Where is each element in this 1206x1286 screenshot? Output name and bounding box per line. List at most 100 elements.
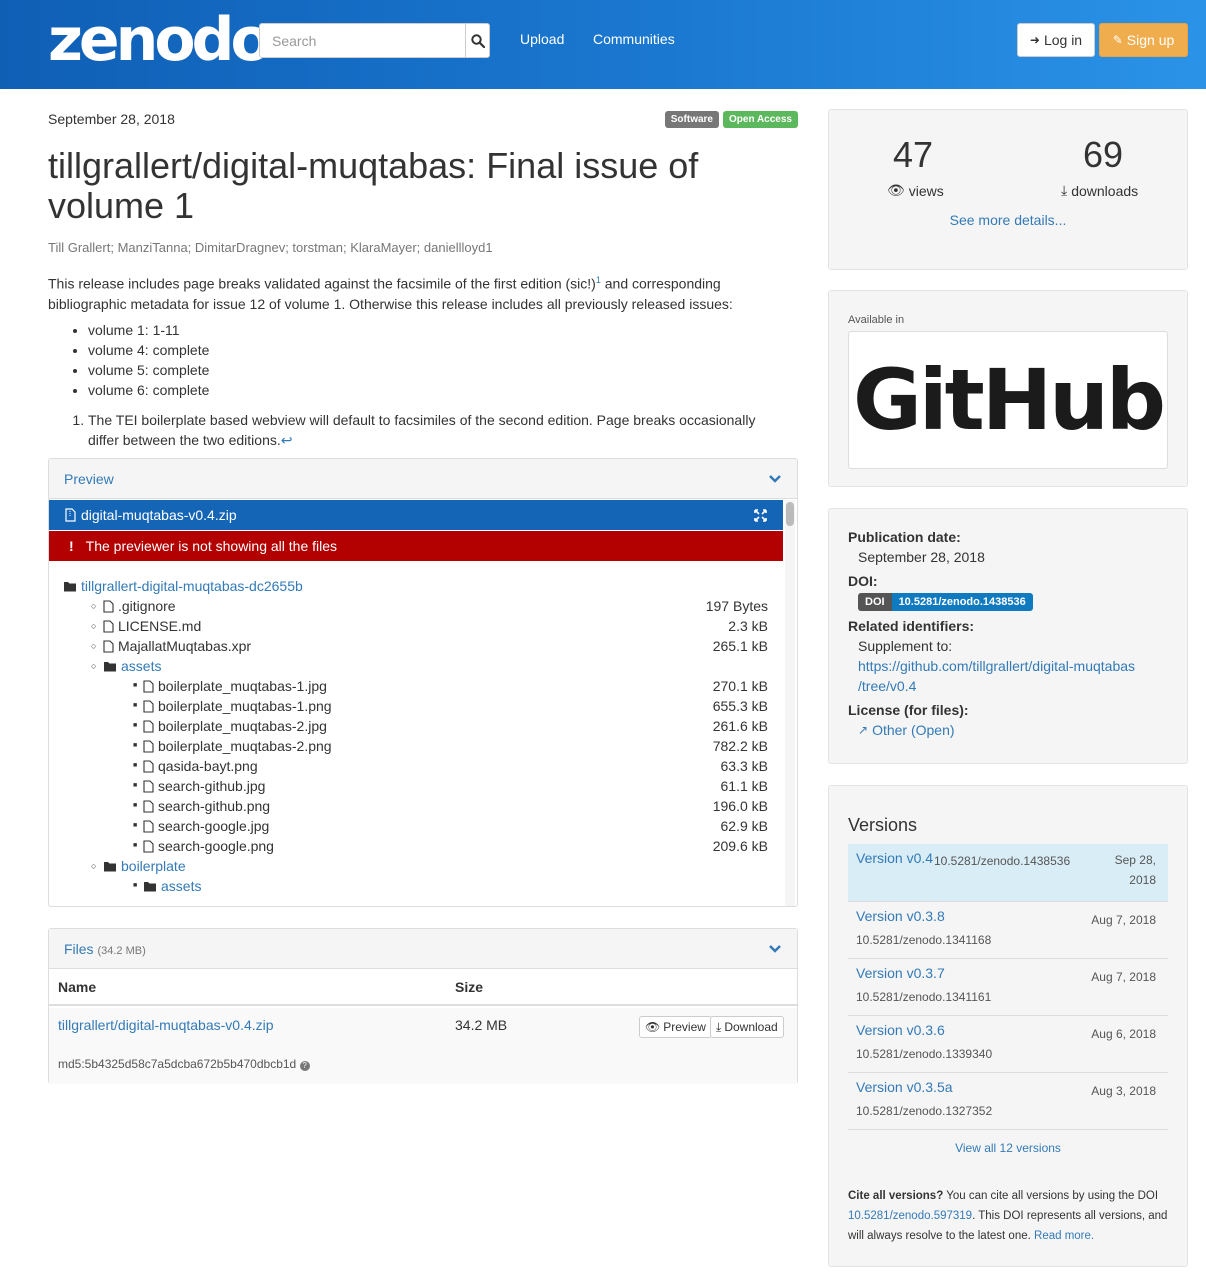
eye-icon: 👁 xyxy=(645,1020,661,1034)
license-link[interactable]: ↗ Other (Open) xyxy=(858,722,955,738)
version-row[interactable]: Version v0.3.6 10.5281/zenodo.1339340 Au… xyxy=(848,1016,1168,1073)
tree-row: ○ MajallatMuqtabas.xpr 265.1 kB xyxy=(49,636,783,656)
description: This release includes page breaks valida… xyxy=(48,270,798,314)
preview-scrollbar[interactable] xyxy=(785,500,795,906)
version-link[interactable]: Version v0.3.8 xyxy=(856,908,945,924)
preview-file-name: digital-muqtabas-v0.4.zip xyxy=(81,507,237,523)
tree-item-name: boilerplate_muqtabas-2.png xyxy=(158,738,332,754)
list-item: volume 1: 1-11 xyxy=(88,320,209,340)
pub-date-label: Publication date: xyxy=(848,529,961,545)
see-more-details-link[interactable]: See more details... xyxy=(829,212,1187,228)
tree-bullet: ■ xyxy=(133,742,138,749)
read-more-link[interactable]: Read more. xyxy=(1034,1230,1094,1242)
search-input[interactable] xyxy=(260,24,465,57)
preview-panel-header[interactable]: Preview xyxy=(49,459,797,499)
login-label: Log in xyxy=(1043,32,1083,48)
version-doi: 10.5281/zenodo.1438536 xyxy=(934,854,1071,868)
tree-row: tillgrallert-digital-muqtabas-dc2655b xyxy=(49,576,783,596)
tree-item-name: boilerplate_muqtabas-2.jpg xyxy=(158,718,327,734)
tree-item-size: 197 Bytes xyxy=(705,598,768,614)
tree-row: ■ assets xyxy=(49,876,783,896)
tree-row: ■ search-github.png 196.0 kB xyxy=(49,796,783,816)
tree-item-name[interactable]: boilerplate xyxy=(121,856,186,876)
download-icon: ⤓ xyxy=(1061,182,1068,198)
fullscreen-icon[interactable] xyxy=(754,508,767,522)
files-panel: Files (34.2 MB) Name Size tillgrallert/d… xyxy=(48,928,798,1084)
md5-text: md5:5b4325d58c7a5dcba672b5b470dbcb1d xyxy=(58,1057,297,1071)
footnote-item: The TEI boilerplate based webview will d… xyxy=(88,410,788,450)
doi-label: DOI: xyxy=(848,573,878,589)
scrollbar-thumb[interactable] xyxy=(786,502,794,526)
tree-file: LICENSE.md xyxy=(103,616,201,636)
tree-folder[interactable]: tillgrallert-digital-muqtabas-dc2655b xyxy=(63,576,303,596)
file-size: 34.2 MB xyxy=(455,1017,508,1033)
version-link[interactable]: Version v0.3.7 xyxy=(856,965,945,981)
tree-item-size: 196.0 kB xyxy=(712,798,768,814)
sign-in-icon: ➜ xyxy=(1029,33,1040,47)
tree-file: .gitignore xyxy=(103,596,176,616)
cite-all-versions: Cite all versions? You can cite all vers… xyxy=(848,1186,1168,1246)
tree-item-size: 209.6 kB xyxy=(712,838,768,854)
tree-item-name[interactable]: tillgrallert-digital-muqtabas-dc2655b xyxy=(81,576,303,596)
chevron-down-icon[interactable] xyxy=(768,474,782,484)
signup-button[interactable]: ✎ Sign up xyxy=(1099,23,1188,57)
downloads-label-wrap: ⤓ downloads xyxy=(1061,182,1138,199)
file-link[interactable]: tillgrallert/digital-muqtabas-v0.4.zip xyxy=(58,1017,274,1033)
tree-row: ■ boilerplate_muqtabas-2.jpg 261.6 kB xyxy=(49,716,783,736)
login-button[interactable]: ➜ Log in xyxy=(1017,23,1095,57)
nav-communities[interactable]: Communities xyxy=(593,31,675,47)
version-row[interactable]: Version v0.3.7 10.5281/zenodo.1341161 Au… xyxy=(848,959,1168,1016)
preview-button[interactable]: 👁 Preview xyxy=(639,1016,712,1038)
tree-item-size: 265.1 kB xyxy=(712,638,768,654)
file-icon xyxy=(143,819,154,833)
chevron-down-icon[interactable] xyxy=(768,944,782,954)
external-link-icon: ↗ xyxy=(858,723,869,737)
tree-folder[interactable]: assets xyxy=(143,876,201,896)
footnote-text: The TEI boilerplate based webview will d… xyxy=(88,412,756,448)
tree-row: ■ boilerplate_muqtabas-1.png 655.3 kB xyxy=(49,696,783,716)
tree-item-name: boilerplate_muqtabas-1.jpg xyxy=(158,678,327,694)
tree-item-name[interactable]: assets xyxy=(161,876,201,896)
tree-bullet: ■ xyxy=(133,822,138,829)
tree-bullet: ■ xyxy=(133,682,138,689)
files-panel-header[interactable]: Files (34.2 MB) xyxy=(49,929,797,969)
version-row[interactable]: Version v0.3.8 10.5281/zenodo.1341168 Au… xyxy=(848,902,1168,959)
tree-item-name: qasida-bayt.png xyxy=(158,758,258,774)
nav-upload[interactable]: Upload xyxy=(520,31,564,47)
github-card[interactable]: GitHub xyxy=(848,331,1168,469)
file-icon xyxy=(143,679,154,693)
zenodo-logo[interactable]: zenodo xyxy=(48,2,272,78)
publication-date: September 28, 2018 xyxy=(48,111,175,127)
available-in-label: Available in xyxy=(848,314,905,326)
tree-folder[interactable]: assets xyxy=(103,656,161,676)
tree-folder[interactable]: boilerplate xyxy=(103,856,186,876)
doi-badge-key: DOI xyxy=(858,593,892,611)
col-name: Name xyxy=(58,979,97,995)
view-all-versions-link[interactable]: View all 12 versions xyxy=(829,1141,1187,1155)
signup-label: Sign up xyxy=(1126,32,1175,48)
pub-date-value: September 28, 2018 xyxy=(858,549,985,565)
file-zip-icon xyxy=(65,508,76,522)
tree-item-name[interactable]: assets xyxy=(121,656,161,676)
tree-bullet: ■ xyxy=(133,782,138,789)
concept-doi-link[interactable]: 10.5281/zenodo.597319 xyxy=(848,1210,972,1222)
tree-bullet: ■ xyxy=(133,702,138,709)
open-access-badge: Open Access xyxy=(723,111,798,128)
question-icon[interactable]: ? xyxy=(299,1061,310,1071)
related-url-link[interactable]: https://github.com/tillgrallert/digital-… xyxy=(858,658,1135,674)
version-row[interactable]: Version v0.4 10.5281/zenodo.1438536 Sep … xyxy=(848,844,1168,902)
tree-item-name: search-github.png xyxy=(158,798,271,814)
folder-icon xyxy=(104,661,116,671)
search-button[interactable] xyxy=(465,24,489,57)
version-link[interactable]: Version v0.3.5a xyxy=(856,1079,953,1095)
tree-item-name: MajallatMuqtabas.xpr xyxy=(118,638,252,654)
files-table-header: Name Size xyxy=(49,970,797,1006)
version-link[interactable]: Version v0.3.6 xyxy=(856,1022,945,1038)
tree-item-size: 62.9 kB xyxy=(720,818,768,834)
version-row[interactable]: Version v0.3.5a 10.5281/zenodo.1327352 A… xyxy=(848,1073,1168,1130)
download-button[interactable]: ⤓ Download xyxy=(710,1016,784,1038)
doi-badge[interactable]: DOI 10.5281/zenodo.1438536 xyxy=(858,593,1033,611)
footnote-back-link[interactable]: ↩ xyxy=(281,432,293,448)
related-url-link-cont[interactable]: /tree/v0.4 xyxy=(858,678,916,694)
version-link[interactable]: Version v0.4 xyxy=(856,850,933,866)
